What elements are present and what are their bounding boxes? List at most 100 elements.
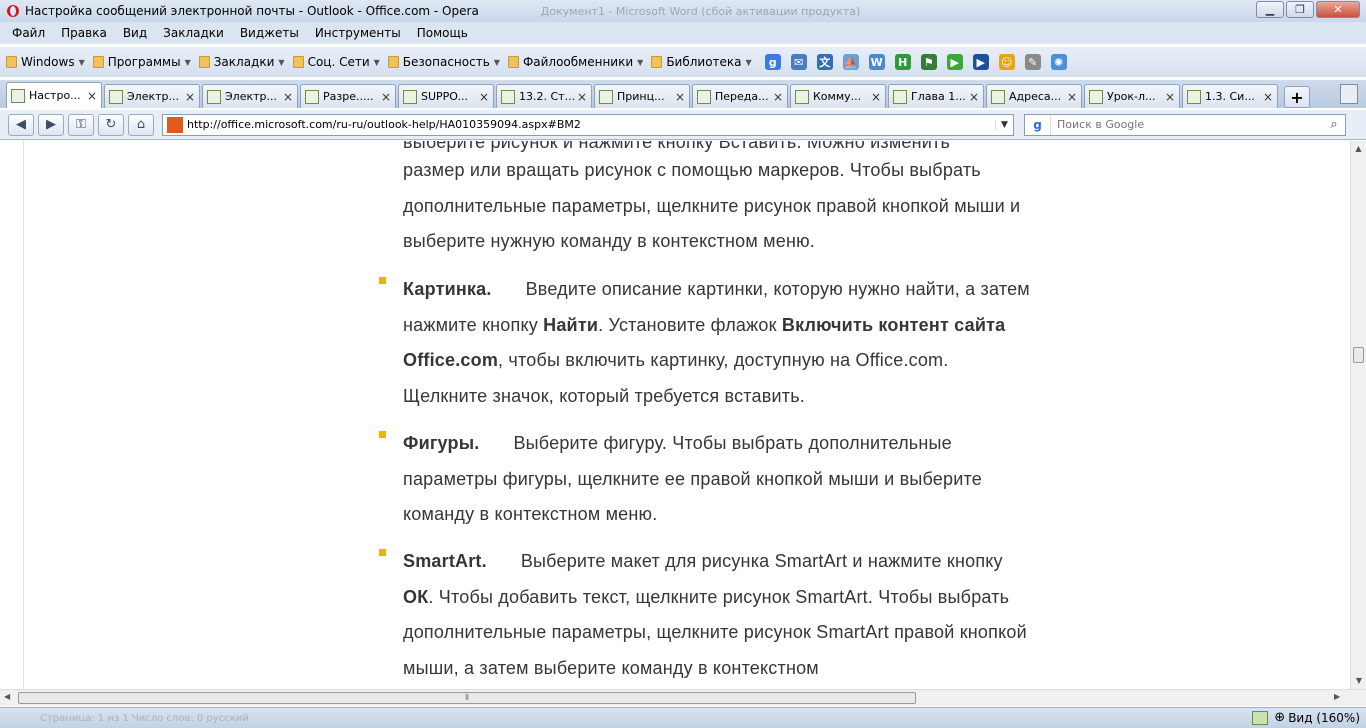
chevron-down-icon: ▼	[373, 57, 380, 67]
menu-bookmarks[interactable]: Закладки	[163, 26, 224, 40]
page-content: выберите рисунок и нажмите кнопку Встави…	[0, 141, 1350, 689]
new-tab-button[interactable]: +	[1284, 86, 1310, 108]
close-tab-icon[interactable]: ×	[185, 90, 195, 104]
tab-4[interactable]: SUPPO... ×	[398, 84, 494, 108]
bullet-shapes	[379, 431, 386, 438]
close-tab-icon[interactable]: ×	[283, 90, 293, 104]
google-search-engine-icon[interactable]: g	[1025, 114, 1051, 135]
smiley-icon[interactable]: ☺	[998, 54, 1015, 70]
page-favicon-icon	[893, 89, 907, 104]
tab-1[interactable]: Электр... ×	[104, 84, 200, 108]
bookmark-label: Закладки	[213, 55, 275, 69]
close-tab-icon[interactable]: ×	[773, 90, 783, 104]
background-window-title: Документ1 - Microsoft Word (сбой активац…	[540, 4, 861, 18]
page-favicon-icon	[795, 89, 809, 104]
translate-icon[interactable]: 文	[816, 54, 833, 70]
reload-button[interactable]: ↻	[98, 113, 124, 136]
bullet-clipart	[379, 277, 386, 284]
google-icon[interactable]: g	[764, 54, 781, 70]
tab-8[interactable]: Комму... ×	[790, 84, 886, 108]
vertical-scroll-thumb[interactable]	[1353, 347, 1364, 363]
panel-toggle-icon[interactable]	[1252, 710, 1269, 725]
search-icon[interactable]: ⌕	[1323, 117, 1345, 132]
tab-12[interactable]: 1.3. Си... ×	[1182, 84, 1278, 108]
tab-0[interactable]: Настро... ×	[6, 82, 102, 108]
close-tab-icon[interactable]: ×	[969, 90, 979, 104]
status-bar: Страница: 1 из 1 Число слов: 0 русский ⊕…	[0, 707, 1366, 728]
menu-widgets[interactable]: Виджеты	[240, 26, 299, 40]
next-icon[interactable]: ▶	[972, 54, 989, 70]
window-title: Настройка сообщений электронной почты - …	[25, 4, 479, 18]
horizontal-scroll-thumb[interactable]: ⦀	[18, 692, 916, 704]
folder-icon	[387, 56, 399, 68]
bookmark-folder-social[interactable]: Соц. Сети ▼	[292, 55, 380, 69]
wand-button[interactable]: ⚿	[68, 113, 94, 136]
scroll-right-icon[interactable]: ▶	[1334, 692, 1340, 701]
bookmark-folder-programs[interactable]: Программы ▼	[92, 55, 191, 69]
bookmark-folder-windows[interactable]: Windows ▼	[6, 55, 85, 69]
folder-icon	[6, 56, 17, 68]
page-favicon-icon	[305, 89, 319, 104]
tab-2[interactable]: Электр... ×	[202, 84, 298, 108]
back-button[interactable]: ◀	[8, 113, 34, 136]
forward-button[interactable]: ▶	[38, 113, 64, 136]
close-tab-icon[interactable]: ×	[87, 89, 97, 103]
tab-6[interactable]: Принц... ×	[594, 84, 690, 108]
scroll-down-icon[interactable]: ▼	[1351, 673, 1366, 689]
close-tab-icon[interactable]: ×	[1067, 90, 1077, 104]
tab-3[interactable]: Разре..... ×	[300, 84, 396, 108]
close-tab-icon[interactable]: ×	[1165, 90, 1175, 104]
bookmark-label: Программы	[107, 55, 181, 69]
arrow-right-icon: ▶	[46, 117, 56, 132]
bookmark-folder-filesharing[interactable]: Файлообменники ▼	[507, 55, 643, 69]
close-tab-icon[interactable]: ×	[675, 90, 685, 104]
bookmark-folder-security[interactable]: Безопасность ▼	[387, 55, 500, 69]
flower-icon[interactable]: ✺	[1050, 54, 1067, 70]
bookmark-folder-library[interactable]: Библиотека ▼	[651, 55, 752, 69]
sail-icon[interactable]: ⛵	[842, 54, 859, 70]
list-item-smartart: SmartArt. Выберите макет для рисунка Smar…	[403, 544, 1033, 686]
tab-11[interactable]: Урок-л... ×	[1084, 84, 1180, 108]
mail-icon[interactable]: ✉	[790, 54, 807, 70]
trash-icon[interactable]	[1340, 84, 1358, 104]
tab-9[interactable]: Глава 1... ×	[888, 84, 984, 108]
scroll-up-icon[interactable]: ▲	[1351, 141, 1366, 157]
bookmark-folder-bookmarks[interactable]: Закладки ▼	[198, 55, 285, 69]
intro-paragraph: размер или вращать рисунок с помощью мар…	[403, 153, 1033, 260]
flag-icon[interactable]: ⚑	[920, 54, 937, 70]
play-icon[interactable]: ▶	[946, 54, 963, 70]
opera-logo-icon	[7, 5, 19, 17]
close-tab-icon[interactable]: ×	[479, 90, 489, 104]
menu-tools[interactable]: Инструменты	[315, 26, 401, 40]
home-button[interactable]: ⌂	[128, 113, 154, 136]
close-window-button[interactable]: ✕	[1316, 1, 1360, 18]
maximize-button[interactable]: ❐	[1286, 1, 1314, 18]
folder-icon	[198, 56, 210, 68]
menu-view[interactable]: Вид	[123, 26, 147, 40]
tab-10[interactable]: Адреса... ×	[986, 84, 1082, 108]
zoom-control[interactable]: ⊕ Вид (160%)	[1274, 710, 1360, 725]
close-tab-icon[interactable]: ×	[871, 90, 881, 104]
page-favicon-icon	[501, 89, 515, 104]
menu-edit[interactable]: Правка	[61, 26, 107, 40]
close-tab-icon[interactable]: ×	[381, 90, 391, 104]
search-input[interactable]	[1051, 118, 1323, 131]
h-icon[interactable]: H	[894, 54, 911, 70]
wikipedia-icon[interactable]: W	[868, 54, 885, 70]
close-tab-icon[interactable]: ×	[1263, 90, 1273, 104]
menu-file[interactable]: Файл	[12, 26, 45, 40]
minimize-button[interactable]: ▁	[1256, 1, 1284, 18]
pen-icon[interactable]: ✎	[1024, 54, 1041, 70]
tab-7[interactable]: Переда... ×	[692, 84, 788, 108]
clipart-text-b: . Установите флажок	[598, 314, 782, 335]
close-tab-icon[interactable]: ×	[577, 90, 587, 104]
menu-help[interactable]: Помощь	[417, 26, 468, 40]
url-input[interactable]	[187, 118, 995, 131]
vertical-scrollbar[interactable]: ▲ ▼	[1350, 141, 1366, 689]
address-bar: ▼	[162, 113, 1014, 136]
page-favicon-icon	[697, 89, 711, 104]
chevron-down-icon[interactable]: ▼	[995, 119, 1013, 130]
tab-5[interactable]: 13.2. Ст... ×	[496, 84, 592, 108]
scroll-left-icon[interactable]: ◀	[4, 692, 10, 701]
horizontal-scrollbar[interactable]: ◀ ⦀ ▶	[0, 689, 1366, 706]
